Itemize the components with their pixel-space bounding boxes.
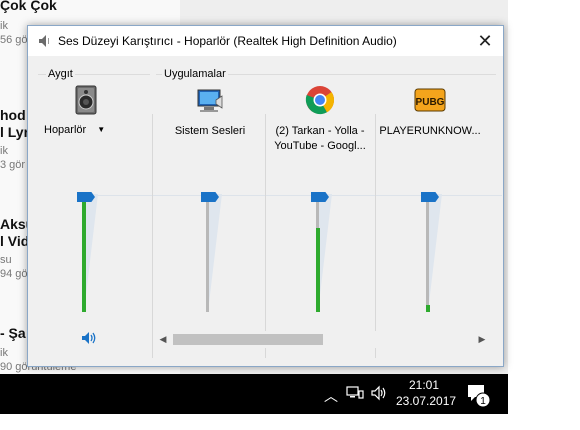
speaker-device-icon	[70, 84, 102, 116]
window-title: Ses Düzeyi Karıştırıcı - Hoparlör (Realt…	[58, 34, 397, 48]
pubg-icon: PUBG	[414, 84, 446, 116]
slider-shade	[318, 194, 332, 312]
device-volume-slider[interactable]	[76, 192, 106, 314]
volume-mixer-window: Ses Düzeyi Karıştırıcı - Hoparlör (Realt…	[27, 25, 504, 367]
slider-thumb[interactable]	[421, 192, 439, 202]
background-video-title: Çok Çok	[0, 0, 57, 13]
device-name: Hoparlör	[44, 124, 87, 136]
background-video-meta: 3 gör	[0, 159, 26, 171]
app-volume-slider[interactable]	[310, 192, 340, 314]
background-video-meta: ik	[0, 145, 8, 157]
slider-track	[206, 196, 209, 312]
app-name[interactable]: Sistem Sesleri	[156, 124, 264, 139]
app-channel: Sistem Sesleri	[156, 84, 264, 348]
channel-separator	[265, 114, 266, 358]
background-video-title: l Lyr	[0, 124, 30, 140]
device-group-label: Aygıt	[46, 68, 75, 80]
slider-shade	[84, 194, 98, 312]
device-dropdown[interactable]: Hoparlör ▼	[44, 124, 128, 136]
background-video-meta: 56 gö	[0, 34, 28, 46]
background-video-title: - Şa	[0, 325, 26, 341]
slider-shade	[428, 194, 442, 312]
speaker-icon	[38, 34, 52, 53]
slider-track	[426, 196, 429, 312]
scrollbar-thumb[interactable]	[173, 334, 323, 345]
slider-shade	[208, 194, 222, 312]
background-video-meta: ik	[0, 347, 8, 359]
background-video-meta: 94 gö	[0, 268, 28, 280]
group-separator	[152, 114, 153, 358]
close-button[interactable]: ✕	[474, 30, 496, 52]
scroll-right-button[interactable]: ▶	[474, 331, 490, 348]
channel-separator	[375, 114, 376, 358]
peak-meter	[82, 199, 86, 312]
action-center-icon[interactable]: 1	[466, 383, 492, 414]
app-name[interactable]: (2) Tarkan - Yolla - YouTube - Googl...	[266, 124, 374, 154]
notification-count: 1	[480, 396, 486, 407]
show-hidden-icons-chevron[interactable]: ︿	[324, 386, 338, 406]
apps-group-label: Uygulamalar	[162, 68, 228, 80]
background-video-meta: su	[0, 254, 12, 266]
clock-date: 23.07.2017	[396, 394, 457, 408]
system-sounds-icon	[194, 84, 226, 116]
clock[interactable]: 21:01 23.07.2017	[396, 377, 457, 409]
app-volume-slider[interactable]	[200, 192, 230, 314]
volume-icon[interactable]	[370, 385, 388, 406]
scroll-left-button[interactable]: ◀	[155, 331, 171, 348]
dropdown-arrow-icon: ▼	[97, 125, 106, 134]
title-bar[interactable]: Ses Düzeyi Karıştırıcı - Hoparlör (Realt…	[28, 26, 503, 56]
slider-thumb[interactable]	[201, 192, 219, 202]
app-name[interactable]: PLAYERUNKNOW...	[376, 124, 484, 139]
device-mute-button[interactable]	[80, 330, 98, 346]
background-video-title: hod	[0, 107, 26, 123]
chrome-icon	[304, 84, 336, 116]
peak-meter	[426, 305, 430, 312]
horizontal-scrollbar[interactable]: ◀ ▶	[155, 331, 490, 348]
background-video-title: l Vid	[0, 233, 30, 249]
slider-thumb[interactable]	[77, 192, 95, 202]
clock-time: 21:01	[408, 378, 440, 392]
app-channel: (2) Tarkan - Yolla - YouTube - Googl...	[266, 84, 374, 348]
svg-text:PUBG: PUBG	[416, 97, 445, 108]
device-channel: Hoparlör ▼	[32, 84, 140, 348]
taskbar: ︿ 21:01 23.07.2017 1	[0, 374, 508, 414]
background-video-meta: ik	[0, 20, 8, 32]
network-icon[interactable]	[346, 385, 364, 406]
app-channel: PUBG PLAYERUNKNOW...	[376, 84, 484, 348]
app-volume-slider[interactable]	[420, 192, 450, 314]
peak-meter	[316, 228, 320, 312]
slider-thumb[interactable]	[311, 192, 329, 202]
